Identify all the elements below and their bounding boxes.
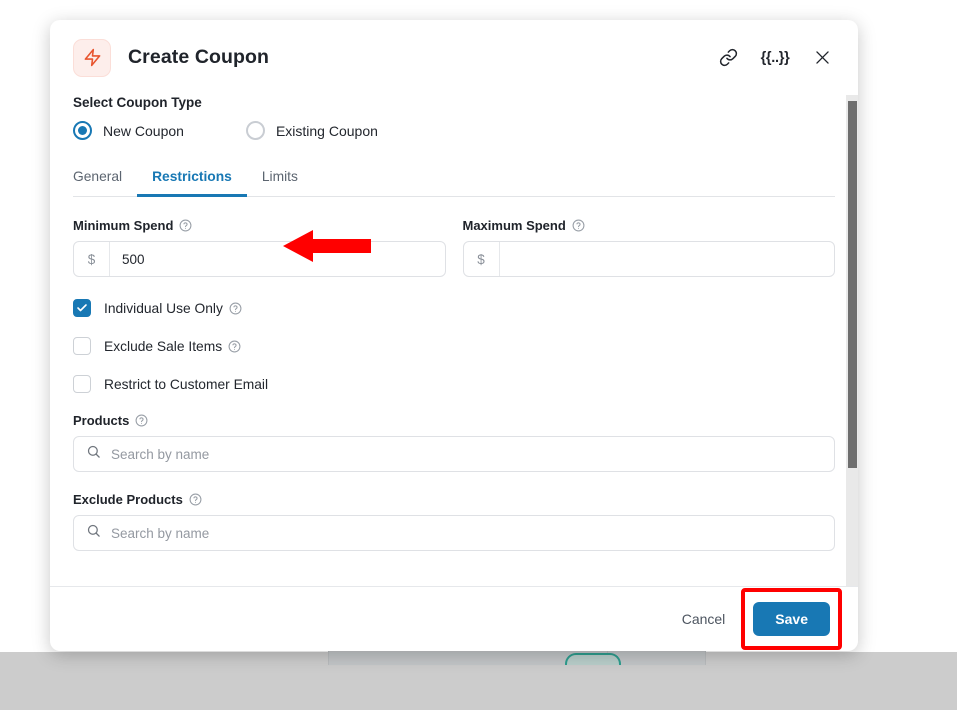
- checkbox-exclude-sale-items[interactable]: Exclude Sale Items: [73, 337, 835, 355]
- checkbox-label-row: Exclude Sale Items: [104, 339, 241, 354]
- search-icon: [86, 523, 101, 543]
- minimum-spend-field: Minimum Spend $: [73, 218, 446, 277]
- exclude-products-search-wrap: [73, 515, 835, 551]
- tab-bar: General Restrictions Limits: [73, 162, 835, 197]
- checkbox-label-row: Restrict to Customer Email: [104, 377, 268, 392]
- page-background-gray: [0, 665, 957, 710]
- tab-general[interactable]: General: [73, 162, 137, 197]
- modal-body: Select Coupon Type New Coupon Existing C…: [50, 95, 858, 586]
- help-icon[interactable]: [179, 219, 192, 232]
- close-icon[interactable]: [809, 45, 835, 71]
- copy-link-icon[interactable]: [715, 45, 741, 71]
- minimum-spend-label: Minimum Spend: [73, 218, 174, 233]
- checkbox-restrict-to-customer-email[interactable]: Restrict to Customer Email: [73, 375, 835, 393]
- exclude-products-label-row: Exclude Products: [73, 492, 835, 507]
- radio-new-coupon[interactable]: New Coupon: [73, 121, 184, 140]
- currency-prefix: $: [464, 242, 500, 276]
- radio-new-coupon-mark: [73, 121, 92, 140]
- modal-header: Create Coupon {{..}}: [50, 20, 858, 95]
- checkbox-label-row: Individual Use Only: [104, 301, 242, 316]
- checkbox-exclude-sale-items-label: Exclude Sale Items: [104, 338, 223, 354]
- radio-new-coupon-label: New Coupon: [103, 122, 184, 139]
- merge-tag-icon[interactable]: {{..}}: [760, 45, 790, 71]
- tab-restrictions[interactable]: Restrictions: [137, 162, 247, 197]
- checkbox-mark: [73, 337, 91, 355]
- help-icon[interactable]: [572, 219, 585, 232]
- exclude-products-label: Exclude Products: [73, 492, 183, 507]
- minimum-spend-input[interactable]: [110, 242, 445, 276]
- products-label-row: Products: [73, 413, 835, 428]
- checkbox-mark: [73, 299, 91, 317]
- exclude-products-search-input[interactable]: [101, 525, 822, 541]
- help-icon[interactable]: [229, 302, 242, 315]
- products-search-wrap: [73, 436, 835, 472]
- help-icon[interactable]: [228, 340, 241, 353]
- checkbox-restrict-to-customer-email-label: Restrict to Customer Email: [104, 376, 269, 392]
- maximum-spend-input[interactable]: [499, 242, 834, 276]
- header-actions: {{..}}: [715, 45, 835, 71]
- maximum-spend-field: Maximum Spend $: [462, 218, 836, 277]
- coupon-type-section-label: Select Coupon Type: [73, 95, 202, 110]
- checkbox-mark: [73, 375, 91, 393]
- modal-scrollbar-thumb[interactable]: [848, 101, 857, 468]
- modal-footer: Cancel Save: [50, 586, 858, 651]
- tab-limits[interactable]: Limits: [247, 162, 313, 197]
- minimum-spend-label-row: Minimum Spend: [73, 218, 446, 233]
- help-icon[interactable]: [135, 414, 148, 427]
- modal-scrollbar-track[interactable]: [846, 95, 858, 586]
- search-icon: [86, 444, 101, 464]
- coupon-type-radio-group: New Coupon Existing Coupon: [73, 121, 835, 140]
- background-card-right: [608, 651, 706, 665]
- lightning-bolt-icon: [73, 38, 111, 77]
- save-button-wrap: Save: [741, 588, 842, 650]
- spend-fields-row: Minimum Spend $ Maximum S: [73, 218, 835, 277]
- maximum-spend-label: Maximum Spend: [462, 218, 566, 233]
- maximum-spend-label-row: Maximum Spend: [463, 218, 836, 233]
- cancel-button[interactable]: Cancel: [668, 603, 740, 635]
- help-icon[interactable]: [189, 493, 202, 506]
- radio-existing-coupon[interactable]: Existing Coupon: [245, 121, 378, 140]
- radio-existing-coupon-mark: [245, 121, 265, 140]
- products-search-input[interactable]: [101, 446, 822, 462]
- checkbox-individual-use-only-label: Individual Use Only: [104, 300, 223, 316]
- merge-tag-label: {{..}}: [760, 49, 790, 66]
- products-label: Products: [73, 413, 130, 428]
- save-button[interactable]: Save: [753, 602, 830, 636]
- currency-prefix: $: [74, 242, 110, 276]
- products-field: Products: [73, 413, 835, 472]
- maximum-spend-input-group: $: [462, 241, 835, 277]
- page-title: Create Coupon: [128, 46, 270, 68]
- checkbox-individual-use-only[interactable]: Individual Use Only: [73, 299, 835, 317]
- create-coupon-modal: Create Coupon {{..}} Select Coupon Type: [50, 20, 858, 651]
- radio-existing-coupon-label: Existing Coupon: [275, 122, 378, 139]
- exclude-products-field: Exclude Products: [73, 492, 835, 551]
- minimum-spend-input-group: $: [73, 241, 446, 277]
